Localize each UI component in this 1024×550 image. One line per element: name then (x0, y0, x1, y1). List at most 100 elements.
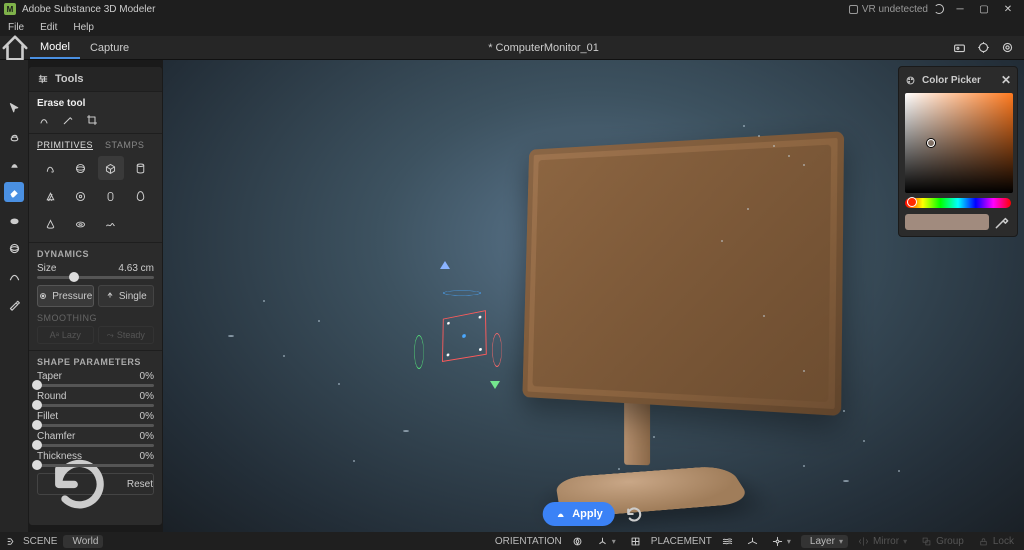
undo-icon (621, 502, 645, 526)
statusbar: SCENE World ORIENTATION ▾ PLACEMENT ▾ La… (0, 532, 1024, 550)
size-slider[interactable]: Size4.63 cm (37, 263, 154, 279)
smooth-tool[interactable] (4, 210, 24, 230)
primitive-prism[interactable] (37, 184, 63, 208)
single-label: Single (119, 291, 147, 302)
mirror-label: Mirror (873, 536, 899, 547)
size-value: 4.63 cm (118, 263, 154, 274)
select-tool[interactable] (4, 98, 24, 118)
viewport-3d[interactable]: Apply Color Picker ✕ (163, 60, 1024, 532)
erase-tool[interactable] (4, 182, 24, 202)
single-toggle[interactable]: Single (98, 285, 155, 307)
primitive-disc[interactable] (67, 184, 93, 208)
placement-surface[interactable] (743, 536, 762, 547)
buildup-tool[interactable] (4, 154, 24, 174)
camera-button[interactable] (972, 38, 994, 58)
mode-model[interactable]: Model (30, 36, 80, 59)
hue-slider[interactable] (905, 198, 1011, 208)
color-saturation-field[interactable] (905, 93, 1013, 193)
primitives-section: PRIMITIVES STAMPS (29, 133, 162, 242)
color-picker-panel: Color Picker ✕ (898, 66, 1018, 237)
placement-label: PLACEMENT (651, 536, 712, 547)
current-color-swatch[interactable] (905, 214, 989, 230)
tool-profile-a[interactable] (37, 113, 51, 127)
param-taper[interactable]: Taper0% (37, 371, 154, 387)
steady-label: Steady (117, 330, 145, 340)
world-label: World (72, 536, 98, 547)
pressure-label: Pressure (52, 291, 92, 302)
color-picker-close[interactable]: ✕ (1001, 73, 1011, 87)
reset-icon (38, 443, 121, 526)
close-button[interactable]: ✕ (996, 0, 1020, 18)
param-fillet[interactable]: Fillet0% (37, 411, 154, 427)
primitive-box[interactable] (98, 156, 124, 180)
mode-capture[interactable]: Capture (80, 36, 139, 59)
group-label: Group (936, 536, 964, 547)
tools-panel: Tools Erase tool PRIMITIVES STAMPS (28, 66, 163, 526)
minimize-button[interactable]: ─ (948, 0, 972, 18)
paint-tool[interactable] (4, 294, 24, 314)
document-title: * ComputerMonitor_01 (139, 42, 948, 54)
main-area: Tools Erase tool PRIMITIVES STAMPS (0, 60, 1024, 532)
dynamics-section: DYNAMICS Size4.63 cm Pressure Single SMO… (29, 242, 162, 350)
apply-icon (554, 508, 566, 520)
lock-button[interactable]: Lock (974, 536, 1018, 547)
orientation-label: ORIENTATION (495, 536, 562, 547)
menubar: File Edit Help (0, 18, 1024, 36)
primitive-curve[interactable] (37, 156, 63, 180)
tool-profile-b[interactable] (61, 113, 75, 127)
tab-primitives[interactable]: PRIMITIVES (37, 140, 93, 150)
maximize-button[interactable]: ▢ (972, 0, 996, 18)
apply-undo-button[interactable] (621, 502, 645, 526)
warp-tool[interactable] (4, 238, 24, 258)
lazy-button[interactable]: AᵃLazy (37, 326, 94, 344)
palette-icon (905, 75, 916, 86)
scene-label: SCENE (23, 536, 57, 547)
primitive-egg[interactable] (128, 184, 154, 208)
vr-status-label: VR undetected (862, 4, 928, 15)
hue-cursor (907, 197, 917, 207)
orientation-compass[interactable] (568, 536, 587, 547)
menu-help[interactable]: Help (65, 22, 102, 33)
viewport-action-bar: Apply (542, 502, 645, 526)
sliders-icon (37, 73, 49, 85)
group-button[interactable]: Group (917, 536, 968, 547)
placement-grid[interactable] (718, 536, 737, 547)
shape-params-label: SHAPE PARAMETERS (37, 357, 154, 367)
mode-capture-label: Capture (90, 42, 129, 54)
orientation-snap[interactable] (626, 536, 645, 547)
crease-tool[interactable] (4, 266, 24, 286)
render-button[interactable] (996, 38, 1018, 58)
reset-label: Reset (127, 479, 153, 490)
refresh-icon[interactable] (934, 4, 944, 14)
primitive-sphere[interactable] (67, 156, 93, 180)
reset-button[interactable]: Reset (37, 473, 154, 495)
param-round[interactable]: Round0% (37, 391, 154, 407)
menu-file[interactable]: File (0, 22, 32, 33)
primitive-torus[interactable] (67, 212, 93, 236)
world-button[interactable]: World (63, 535, 103, 548)
layer-button[interactable]: Layer▾ (801, 535, 848, 548)
primitives-grid (37, 156, 154, 236)
placement-free[interactable]: ▾ (768, 536, 795, 547)
eyedropper-button[interactable] (993, 214, 1011, 230)
clay-tool[interactable] (4, 126, 24, 146)
tool-profile-crop[interactable] (85, 113, 99, 127)
param-chamfer[interactable]: Chamfer0% (37, 431, 154, 447)
home-button[interactable] (0, 33, 30, 63)
shape-params-section: SHAPE PARAMETERS Taper0% Round0% Fillet0… (29, 350, 162, 503)
titlebar: M Adobe Substance 3D Modeler VR undetect… (0, 0, 1024, 18)
lock-label: Lock (993, 536, 1014, 547)
primitive-cone[interactable] (37, 212, 63, 236)
tab-stamps[interactable]: STAMPS (105, 140, 144, 150)
apply-button[interactable]: Apply (542, 502, 615, 526)
primitive-cylinder[interactable] (128, 156, 154, 180)
menu-edit[interactable]: Edit (32, 22, 65, 33)
orientation-axis[interactable]: ▾ (593, 536, 620, 547)
tool-strip (0, 60, 28, 532)
primitive-squiggle[interactable] (98, 212, 124, 236)
pressure-toggle[interactable]: Pressure (37, 285, 94, 307)
primitive-capsule[interactable] (98, 184, 124, 208)
steady-button[interactable]: ⤳Steady (98, 326, 155, 344)
mirror-button[interactable]: Mirror▾ (854, 536, 911, 547)
environment-button[interactable] (948, 38, 970, 58)
